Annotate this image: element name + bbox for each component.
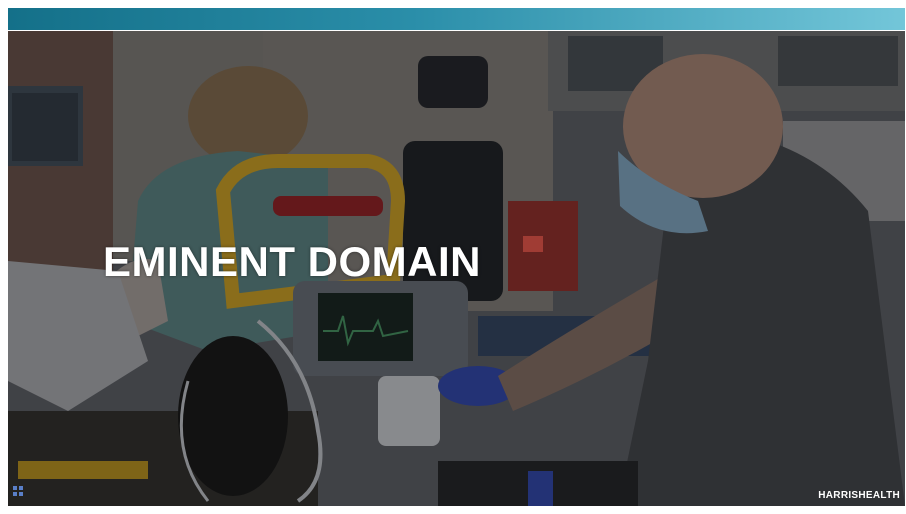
slide-title: EMINENT DOMAIN [103, 238, 481, 285]
grid-icon[interactable] [13, 486, 23, 496]
slide: EMINENT DOMAIN HARRISHEALTH [0, 0, 906, 514]
top-banner [8, 8, 905, 30]
harris-health-logo: HARRISHEALTH [818, 490, 900, 501]
